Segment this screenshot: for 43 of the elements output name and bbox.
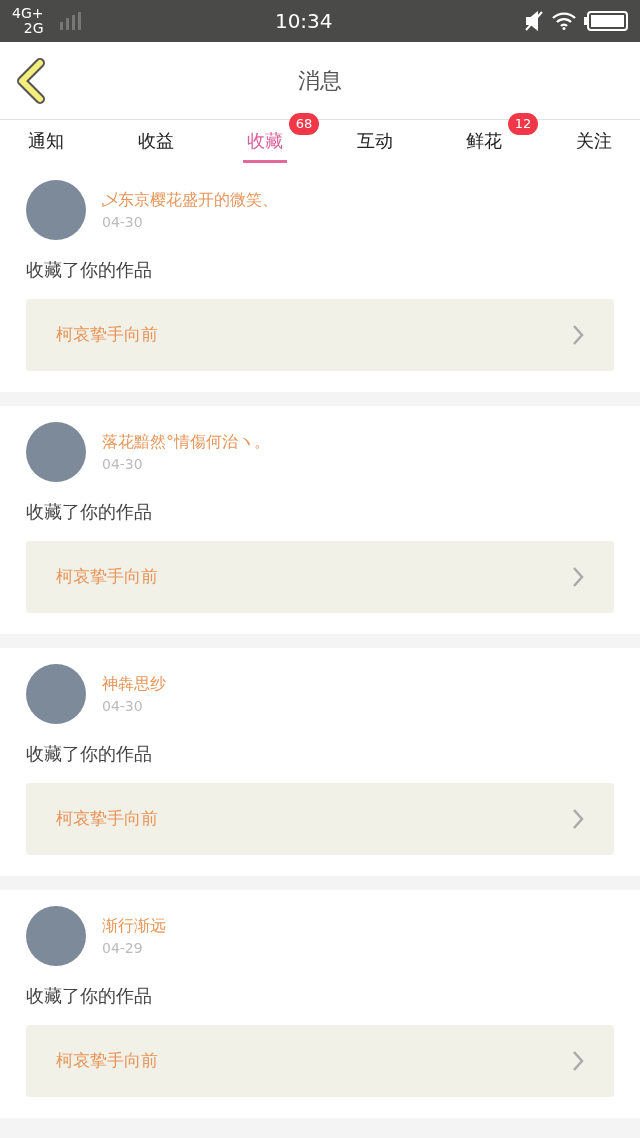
message-date: 04-30 — [102, 696, 144, 716]
message-date: 04-30 — [102, 454, 144, 474]
page-title: 消息 — [298, 67, 342, 95]
time-label: 10:34 — [274, 8, 333, 35]
mute-icon — [524, 11, 544, 31]
work-title: 柯哀挚手向前 — [56, 565, 158, 589]
work-link[interactable]: 柯哀挚手向前 — [26, 541, 614, 613]
network-label: 2G — [23, 21, 44, 36]
avatar-placeholder[interactable] — [26, 422, 86, 482]
user-name[interactable]: 落花黯然°情傷何治ヽ。 — [102, 429, 270, 454]
message-text: 收藏了你的作品 — [26, 258, 153, 282]
user-name[interactable]: 乄东京樱花盛开的微笑、 — [102, 187, 278, 212]
avatar-placeholder[interactable] — [26, 180, 86, 240]
chevron-right-icon — [572, 566, 584, 588]
work-link[interactable]: 柯哀挚手向前 — [26, 299, 614, 371]
message-text: 收藏了你的作品 — [26, 500, 153, 524]
tab[interactable]: 通知 — [24, 121, 68, 163]
avatar-placeholder[interactable] — [26, 664, 86, 724]
work-title: 柯哀挚手向前 — [56, 1049, 158, 1073]
wifi-icon — [552, 12, 576, 30]
work-link[interactable]: 柯哀挚手向前 — [26, 1025, 614, 1097]
tab[interactable]: 互动 — [352, 121, 397, 163]
count-badge: 12 — [507, 113, 539, 135]
back-button[interactable] — [14, 58, 48, 104]
chevron-right-icon — [572, 1050, 584, 1072]
chevron-right-icon — [572, 324, 584, 346]
work-title: 柯哀挚手向前 — [56, 323, 158, 347]
count-badge: 68 — [288, 113, 320, 135]
signal-icon — [59, 12, 84, 30]
avatar-placeholder[interactable] — [26, 906, 86, 966]
tab[interactable]: 收益 — [133, 121, 178, 163]
network-label: 4G+ — [12, 6, 44, 21]
message-text: 收藏了你的作品 — [26, 742, 153, 766]
user-name[interactable]: 神犇思纱 — [102, 671, 166, 696]
work-link[interactable]: 柯哀挚手向前 — [26, 783, 614, 855]
tab[interactable]: 关注 — [571, 121, 616, 163]
chevron-right-icon — [572, 808, 584, 830]
message-text: 收藏了你的作品 — [26, 984, 153, 1008]
work-title: 柯哀挚手向前 — [56, 807, 158, 831]
battery-icon — [584, 11, 628, 31]
message-date: 04-30 — [102, 212, 144, 232]
user-name[interactable]: 渐行渐远 — [102, 913, 166, 938]
message-date: 04-29 — [102, 938, 144, 958]
